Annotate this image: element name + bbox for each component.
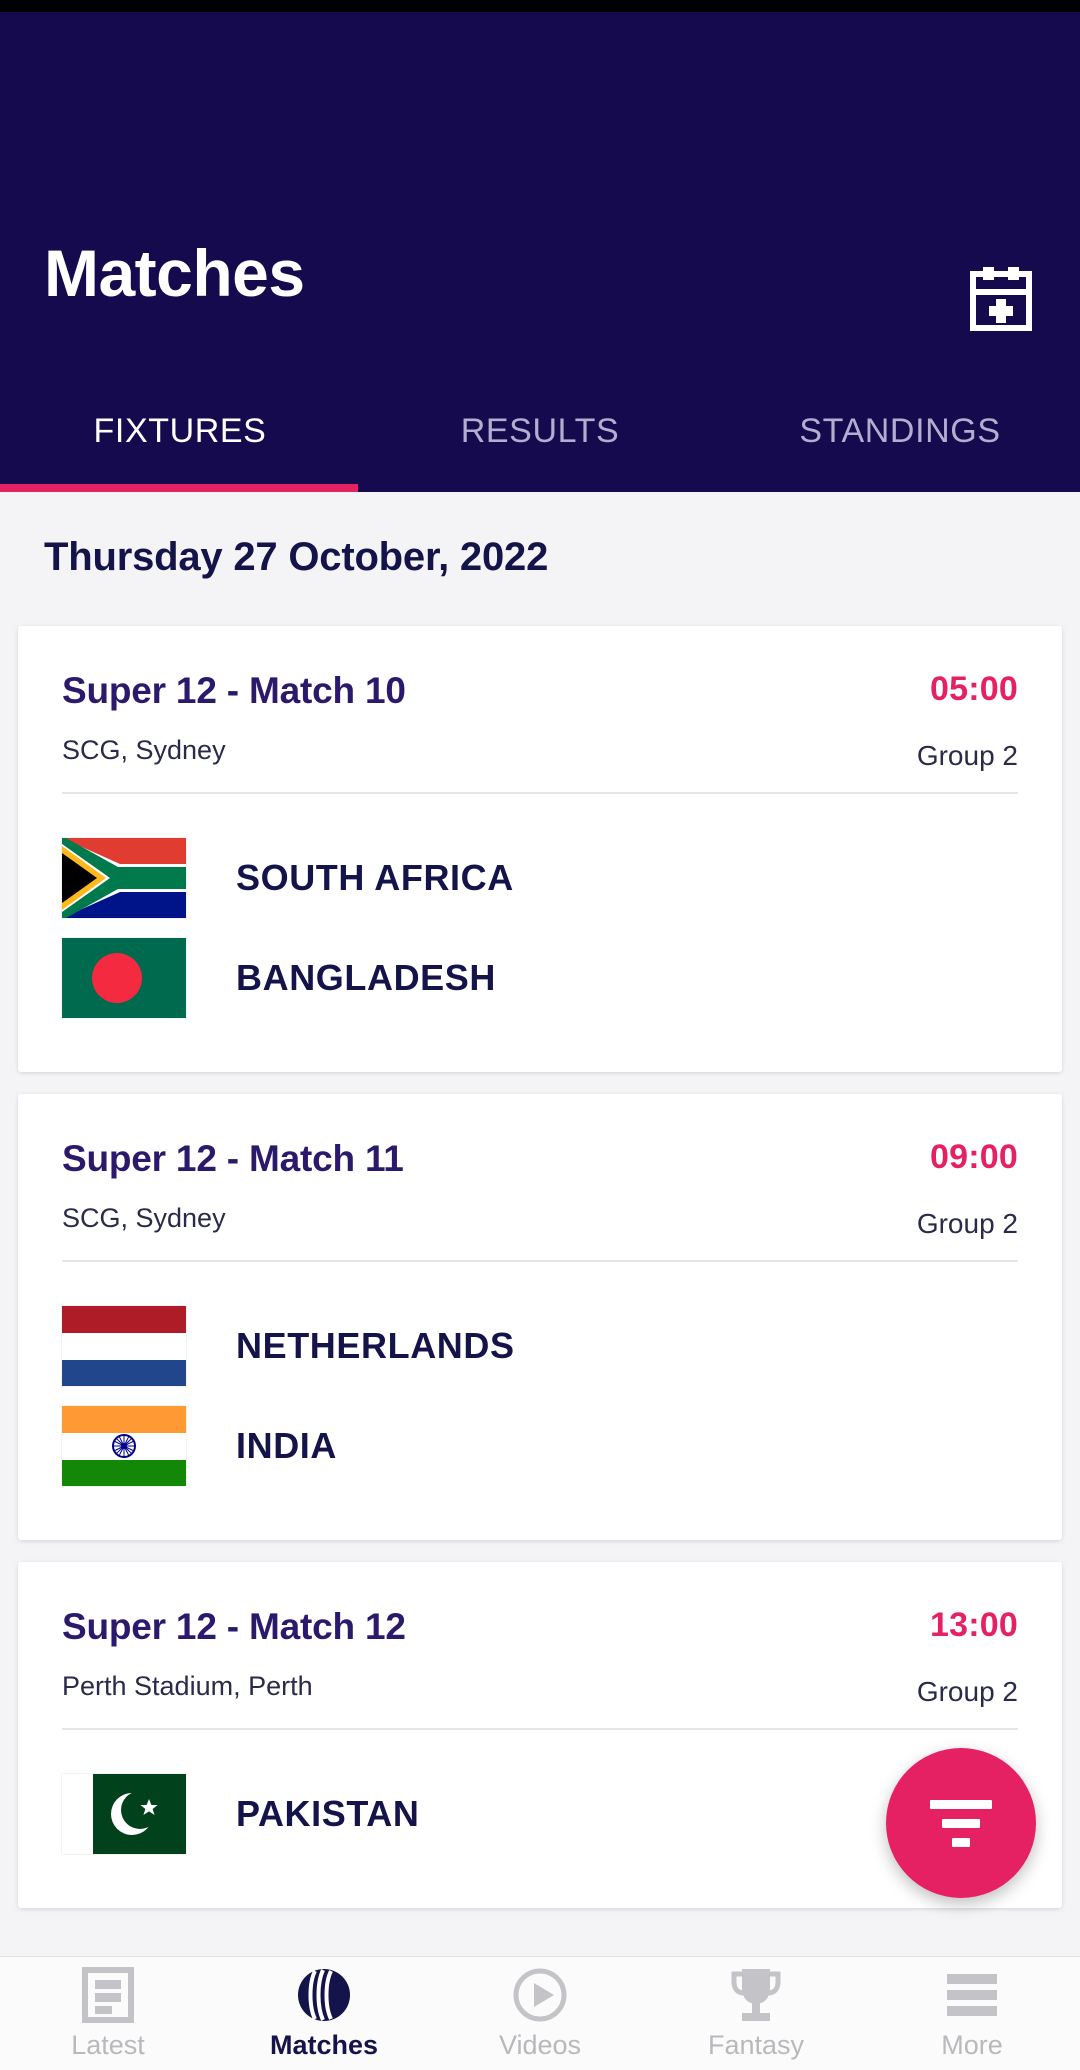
trophy-icon	[728, 1966, 784, 2024]
match-group: Group 2	[916, 740, 1018, 771]
nav-label: Matches	[269, 2030, 379, 2060]
flag-bangladesh-icon	[62, 938, 186, 1018]
nav-item-fantasy[interactable]: Fantasy	[648, 1957, 864, 2070]
match-title: Super 12 - Match 11	[62, 1138, 404, 1179]
nav-item-matches[interactable]: Matches	[216, 1957, 432, 2070]
team-list: PAKISTAN	[62, 1730, 1018, 1908]
team-name: NETHERLANDS	[236, 1325, 515, 1366]
team-name: PAKISTAN	[236, 1793, 420, 1834]
match-venue: SCG, Sydney	[62, 1202, 226, 1233]
match-title: Super 12 - Match 10	[62, 670, 406, 711]
team-row: SOUTH AFRICA	[62, 838, 1018, 918]
flag-netherlands-icon	[62, 1306, 186, 1386]
team-row: NETHERLANDS	[62, 1306, 1018, 1386]
team-row: BANGLADESH	[62, 938, 1018, 1018]
date-heading: Thursday 27 October, 2022	[44, 535, 549, 579]
news-icon	[82, 1966, 134, 2024]
play-circle-icon	[512, 1966, 568, 2024]
cricket-ball-icon	[296, 1966, 352, 2024]
match-title: Super 12 - Match 12	[62, 1606, 406, 1647]
team-list: NETHERLANDS INDIA	[62, 1262, 1018, 1540]
tab-bar: FIXTURES RESULTS STANDINGS	[0, 404, 1080, 492]
filter-fab-button[interactable]	[886, 1748, 1036, 1898]
team-list: SOUTH AFRICA BANGLADESH	[62, 794, 1018, 1072]
page-title: Matches	[44, 236, 305, 310]
flag-pakistan-icon	[62, 1774, 186, 1854]
nav-label: Latest	[71, 2030, 145, 2060]
match-time: 13:00	[930, 1606, 1018, 1644]
match-group: Group 2	[916, 1208, 1018, 1239]
nav-label: Videos	[498, 2030, 582, 2060]
nav-label: More	[941, 2030, 1003, 2060]
team-row: PAKISTAN	[62, 1774, 1018, 1854]
match-group: Group 2	[916, 1676, 1018, 1707]
status-bar	[0, 0, 1080, 12]
flag-south-africa-icon	[62, 838, 186, 918]
nav-item-videos[interactable]: Videos	[432, 1957, 648, 2070]
hamburger-icon	[944, 1966, 1000, 2024]
match-venue: SCG, Sydney	[62, 734, 226, 765]
match-card-header: Super 12 - Match 12 Perth Stadium, Perth…	[62, 1562, 1018, 1722]
matches-screen: Matches FIXTURES RESULTS STANDINGS Thurs…	[0, 0, 1080, 2070]
match-card-list: Super 12 - Match 10 SCG, Sydney 05:00 Gr…	[0, 626, 1080, 1930]
team-name: INDIA	[236, 1425, 337, 1466]
match-venue: Perth Stadium, Perth	[62, 1670, 313, 1701]
bottom-navigation: Latest Matches Videos Fantasy More	[0, 1956, 1080, 2070]
match-time: 05:00	[930, 670, 1018, 708]
team-name: SOUTH AFRICA	[236, 857, 514, 898]
match-card[interactable]: Super 12 - Match 10 SCG, Sydney 05:00 Gr…	[18, 626, 1062, 1072]
calendar-add-icon[interactable]	[970, 267, 1032, 331]
match-time: 09:00	[930, 1138, 1018, 1176]
team-row: INDIA	[62, 1406, 1018, 1486]
nav-item-latest[interactable]: Latest	[0, 1957, 216, 2070]
fixtures-list-scroll[interactable]: Thursday 27 October, 2022 Super 12 - Mat…	[0, 492, 1080, 1956]
tab-results[interactable]: RESULTS	[360, 404, 720, 492]
filter-icon	[930, 1799, 992, 1847]
match-card-header: Super 12 - Match 11 SCG, Sydney 09:00 Gr…	[62, 1094, 1018, 1254]
nav-item-more[interactable]: More	[864, 1957, 1080, 2070]
flag-india-icon	[62, 1406, 186, 1486]
tab-standings[interactable]: STANDINGS	[720, 404, 1080, 492]
tab-fixtures[interactable]: FIXTURES	[0, 404, 360, 492]
nav-label: Fantasy	[707, 2030, 805, 2060]
match-card-header: Super 12 - Match 10 SCG, Sydney 05:00 Gr…	[62, 626, 1018, 786]
app-header: Matches FIXTURES RESULTS STANDINGS	[0, 12, 1080, 493]
match-card[interactable]: Super 12 - Match 11 SCG, Sydney 09:00 Gr…	[18, 1094, 1062, 1540]
team-name: BANGLADESH	[236, 957, 497, 998]
